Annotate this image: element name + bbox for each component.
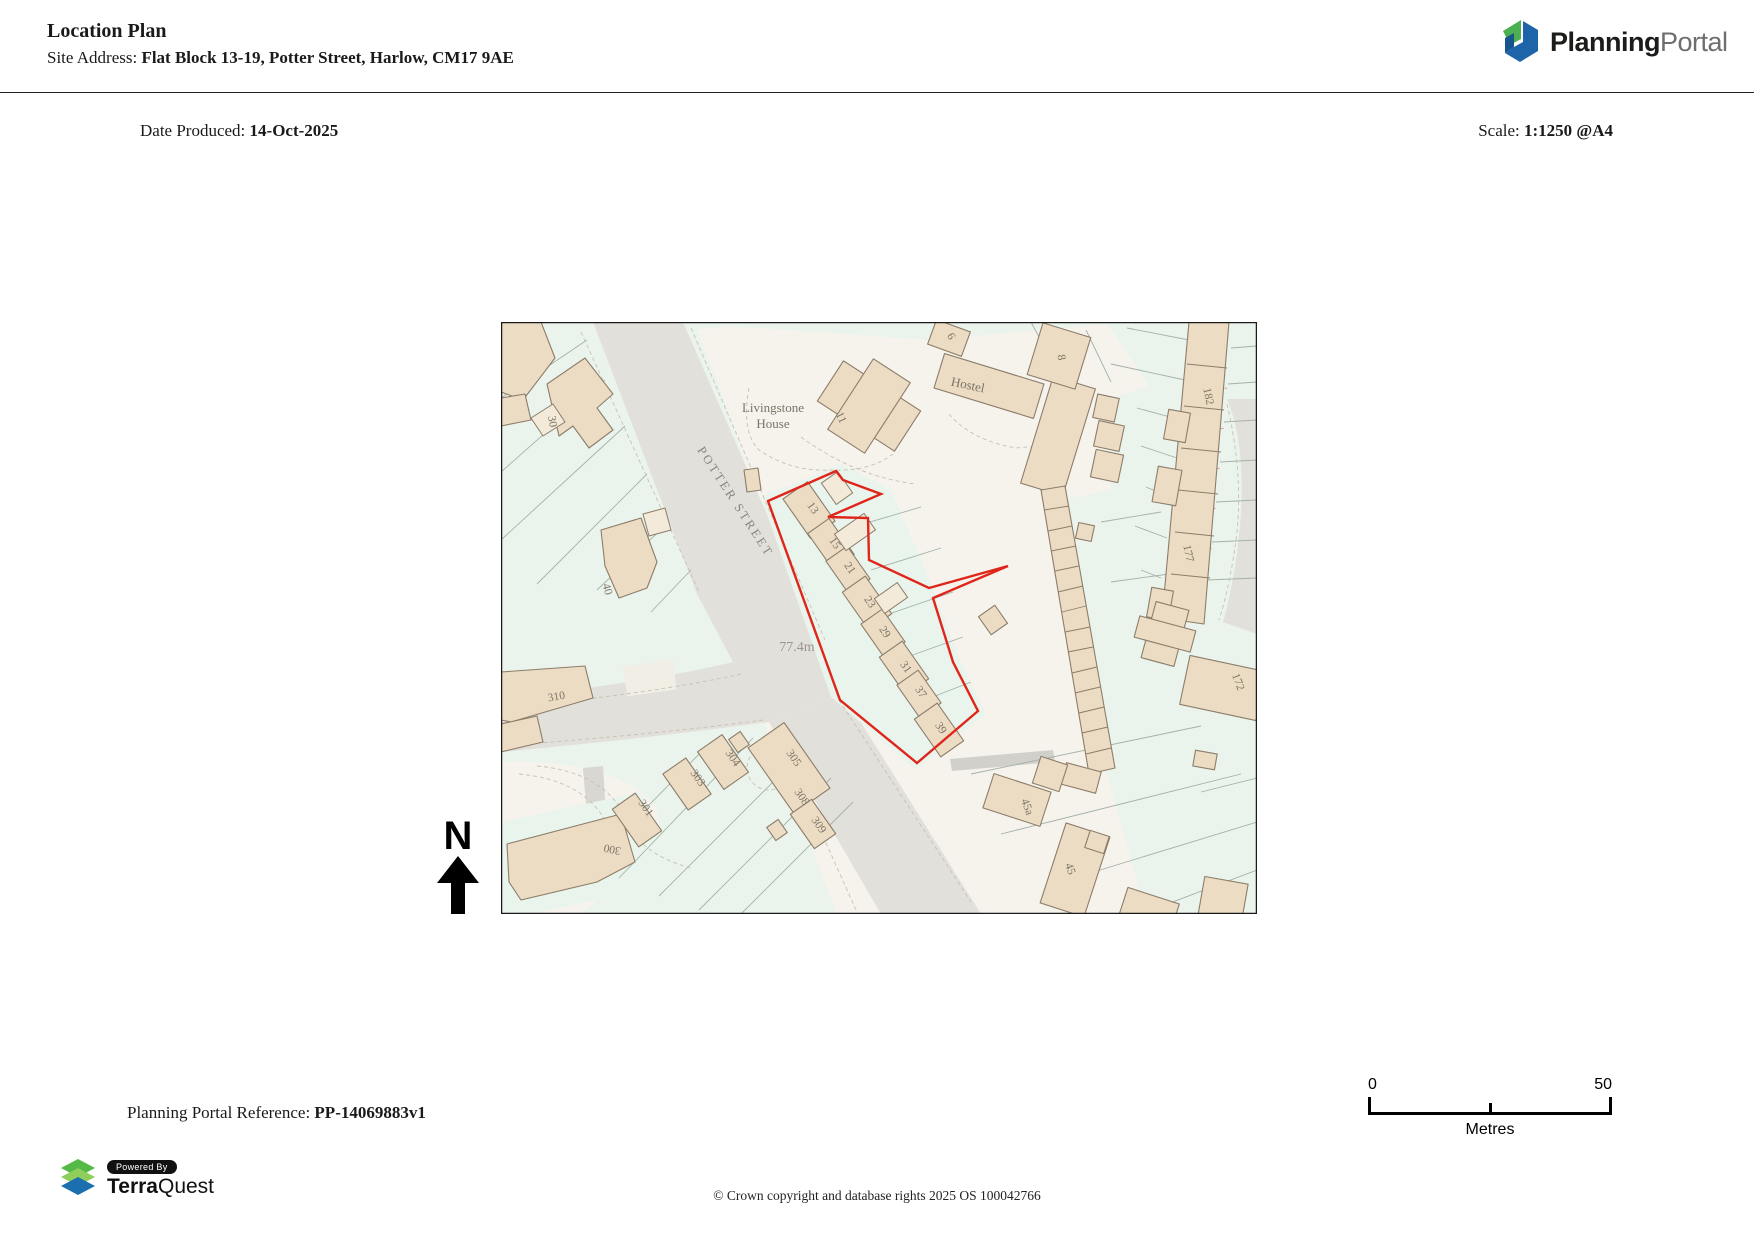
header-divider bbox=[0, 92, 1754, 93]
planning-portal-logo-icon bbox=[1503, 20, 1538, 62]
terraquest-powered-by: Powered By bbox=[107, 1159, 177, 1174]
scale-bar-tick-mid bbox=[1489, 1103, 1492, 1112]
scale-bar-tick-end bbox=[1609, 1097, 1612, 1112]
north-arrow-icon bbox=[437, 856, 479, 914]
planning-reference-value: PP-14069883v1 bbox=[314, 1103, 426, 1122]
map: Livingstone House Hostel POTTER STREET 7… bbox=[501, 322, 1257, 914]
date-produced: Date Produced: 14-Oct-2025 bbox=[140, 121, 338, 141]
scale-bar-start: 0 bbox=[1368, 1076, 1377, 1093]
north-label: N bbox=[443, 814, 473, 858]
scale-bar-rule bbox=[1368, 1097, 1612, 1115]
scale-text: Scale: 1:1250 @A4 bbox=[1478, 121, 1613, 141]
map-label-30: 30 bbox=[545, 415, 559, 429]
logo-part1: Planning bbox=[1550, 26, 1661, 57]
north-arrow: N bbox=[434, 816, 482, 919]
scale-value: 1:1250 @A4 bbox=[1523, 121, 1613, 140]
logo-part2: Portal bbox=[1660, 26, 1728, 57]
map-label-spot-height: 77.4m bbox=[779, 640, 815, 655]
planning-reference: Planning Portal Reference: PP-14069883v1 bbox=[127, 1103, 426, 1123]
planning-reference-label: Planning Portal Reference: bbox=[127, 1103, 311, 1122]
page-title: Location Plan bbox=[47, 20, 167, 42]
site-address-value: Flat Block 13-19, Potter Street, Harlow,… bbox=[141, 48, 514, 67]
planning-portal-logo-text: PlanningPortal bbox=[1550, 27, 1728, 58]
scale-bar-unit: Metres bbox=[1465, 1121, 1515, 1138]
scale-label: Scale: bbox=[1478, 121, 1520, 140]
site-address: Site Address: Flat Block 13-19, Potter S… bbox=[47, 48, 514, 68]
map-label-livingstone-2: House bbox=[756, 416, 789, 431]
planning-portal-logo: PlanningPortal bbox=[1500, 18, 1728, 66]
map-svg: Livingstone House Hostel POTTER STREET 7… bbox=[501, 322, 1257, 914]
copyright-notice: © Crown copyright and database rights 20… bbox=[713, 1188, 1041, 1203]
scale-bar-tick-0 bbox=[1368, 1097, 1371, 1112]
scale-bar: 0 50 Metres bbox=[1368, 1076, 1612, 1139]
site-address-label: Site Address: bbox=[47, 48, 138, 67]
date-produced-label: Date Produced: bbox=[140, 121, 246, 140]
date-produced-value: 14-Oct-2025 bbox=[249, 121, 339, 140]
map-label-livingstone-1: Livingstone bbox=[742, 400, 804, 415]
scale-bar-end: 50 bbox=[1594, 1076, 1612, 1093]
